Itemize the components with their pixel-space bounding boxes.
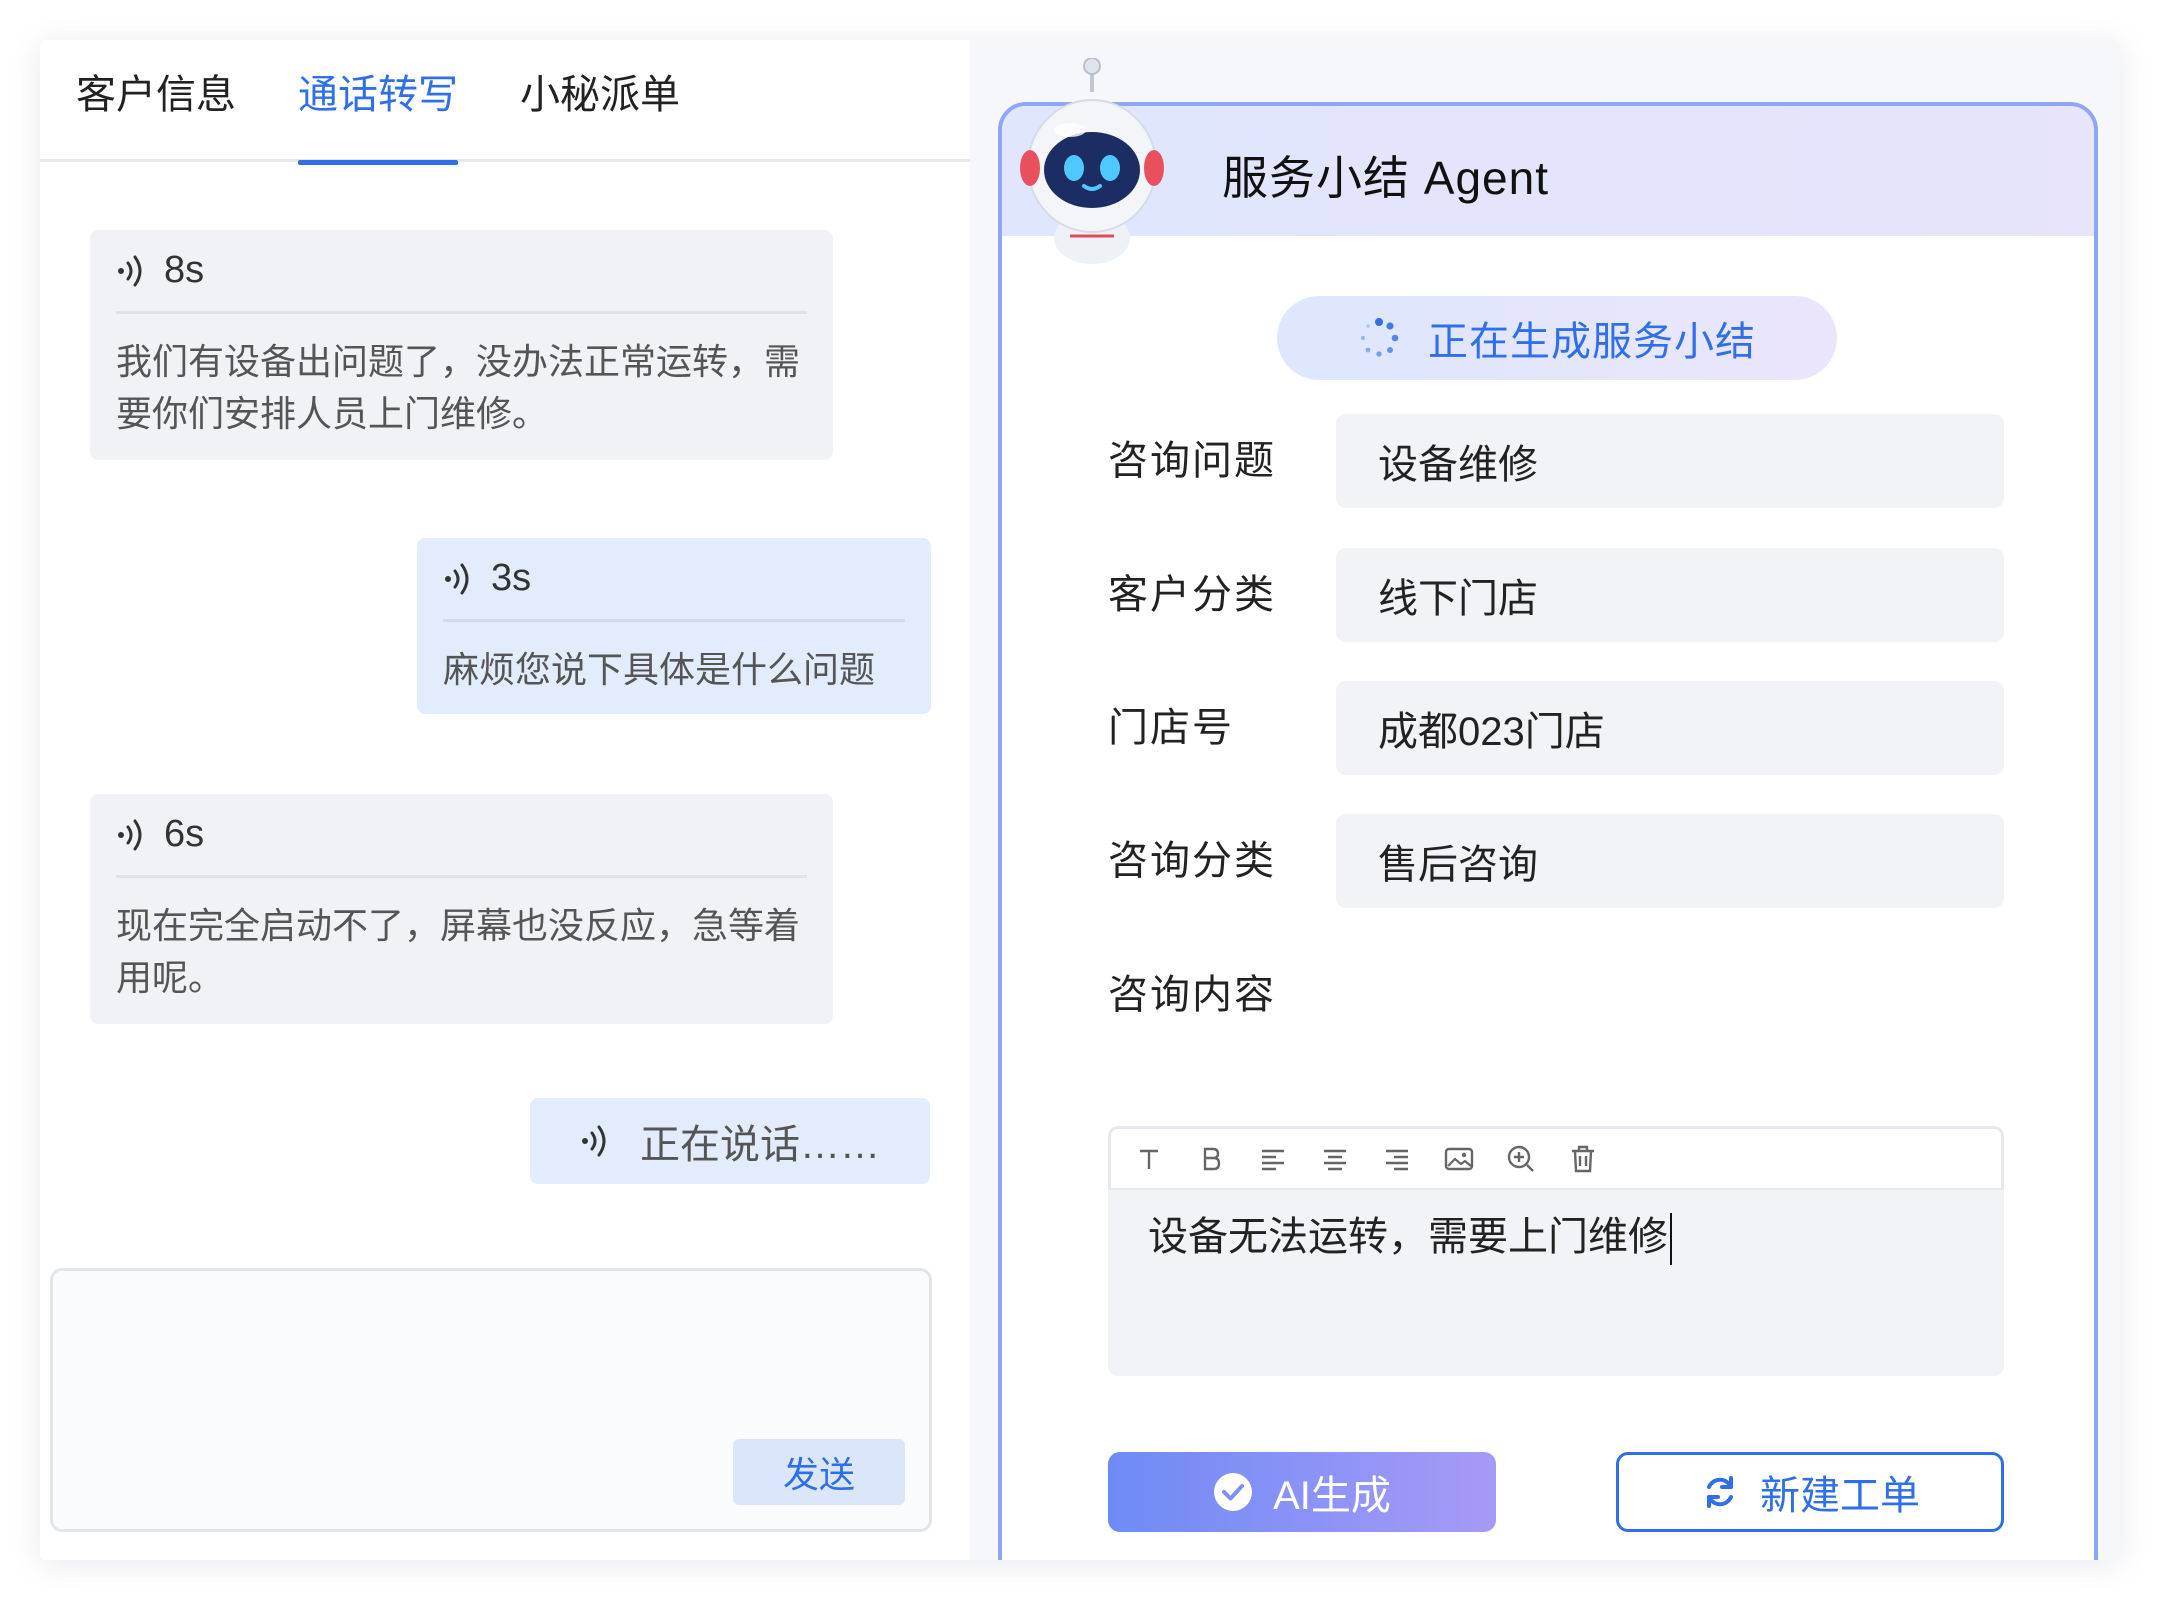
tab-customer-info[interactable]: 客户信息: [76, 70, 236, 162]
ai-generate-button[interactable]: AI生成: [1108, 1452, 1496, 1532]
text-caret: [1670, 1213, 1672, 1266]
audio-wave-icon: [582, 1125, 606, 1157]
content-editor[interactable]: 设备无法运转，需要上门维修: [1108, 1126, 2004, 1376]
message-bubble-agent: 3s 麻烦您说下具体是什么问题: [417, 538, 931, 714]
field-value-consult-type[interactable]: 售后咨询: [1336, 814, 2004, 908]
transcript-panel: 客户信息 通话转写 小秘派单 8s 我们有设备出问题了，没办法正常运转，需要你们…: [40, 40, 970, 1560]
message-bubble-customer: 8s 我们有设备出问题了，没办法正常运转，需要你们安排人员上门维修。: [90, 230, 833, 460]
speaking-indicator: 正在说话……: [530, 1098, 930, 1184]
message-duration: 8s: [164, 249, 205, 291]
loading-spinner-icon: [1360, 318, 1399, 357]
check-circle-icon: [1214, 1473, 1253, 1511]
field-label-content: 咨询内容: [1108, 973, 1276, 1017]
generating-status: 正在生成服务小结: [1428, 320, 1756, 364]
tab-bar: 客户信息 通话转写 小秘派单: [40, 40, 970, 165]
field-label-store-number: 门店号: [1108, 706, 1234, 750]
align-right-icon[interactable]: [1381, 1143, 1413, 1175]
audio-wave-icon[interactable]: [116, 815, 150, 855]
delete-icon[interactable]: [1567, 1143, 1599, 1175]
agent-title: 服务小结 Agent: [1222, 152, 1549, 204]
align-center-icon[interactable]: [1319, 1143, 1351, 1175]
message-header: 8s: [116, 230, 807, 314]
message-header: 6s: [116, 794, 807, 878]
speaking-status: 正在说话……: [640, 1123, 880, 1167]
message-duration: 6s: [164, 813, 205, 855]
text-icon[interactable]: [1133, 1143, 1165, 1175]
editor-content-text: 设备无法运转，需要上门维修: [1148, 1215, 1668, 1259]
new-ticket-button[interactable]: 新建工单: [1616, 1452, 2004, 1532]
field-label-issue: 咨询问题: [1108, 439, 1276, 483]
agent-card: 服务小结 Agent 正在生成服务小结 咨询问题 设备维修 客户分类 线下门店 …: [998, 102, 2098, 1560]
field-label-consult-type: 咨询分类: [1108, 839, 1276, 883]
app-window: 客户信息 通话转写 小秘派单 8s 我们有设备出问题了，没办法正常运转，需要你们…: [40, 40, 2120, 1560]
field-label-customer-type: 客户分类: [1108, 573, 1276, 617]
message-bubble-customer: 6s 现在完全启动不了，屏幕也没反应，急等着用呢。: [90, 794, 833, 1024]
field-value-issue[interactable]: 设备维修: [1336, 414, 2004, 508]
tab-call-transcript[interactable]: 通话转写: [298, 70, 458, 165]
message-input[interactable]: 发送: [50, 1268, 932, 1532]
robot-mascot-icon: [1020, 58, 1164, 264]
field-value-customer-type[interactable]: 线下门店: [1336, 548, 2004, 642]
message-text: 麻烦您说下具体是什么问题: [443, 649, 876, 690]
generating-status-pill: 正在生成服务小结: [1277, 296, 1837, 380]
editor-content[interactable]: 设备无法运转，需要上门维修: [1108, 1190, 2004, 1266]
new-ticket-label: 新建工单: [1760, 1474, 1920, 1518]
tab-assistant-dispatch[interactable]: 小秘派单: [520, 70, 680, 162]
audio-wave-icon[interactable]: [116, 251, 150, 291]
message-duration: 3s: [491, 557, 532, 599]
ai-generate-label: AI生成: [1273, 1474, 1391, 1518]
audio-wave-icon[interactable]: [443, 559, 477, 599]
message-text: 现在完全启动不了，屏幕也没反应，急等着用呢。: [116, 905, 801, 998]
message-header: 3s: [443, 538, 905, 622]
zoom-icon[interactable]: [1505, 1143, 1537, 1175]
refresh-icon: [1707, 1476, 1733, 1508]
image-icon[interactable]: [1443, 1143, 1475, 1175]
editor-toolbar: [1108, 1126, 2004, 1190]
align-left-icon[interactable]: [1257, 1143, 1289, 1175]
agent-panel: 服务小结 Agent 正在生成服务小结 咨询问题 设备维修 客户分类 线下门店 …: [970, 40, 2120, 1560]
field-value-store-number[interactable]: 成都023门店: [1336, 681, 2004, 775]
send-button[interactable]: 发送: [733, 1439, 905, 1505]
message-text: 我们有设备出问题了，没办法正常运转，需要你们安排人员上门维修。: [116, 341, 801, 434]
bold-icon[interactable]: [1195, 1143, 1227, 1175]
